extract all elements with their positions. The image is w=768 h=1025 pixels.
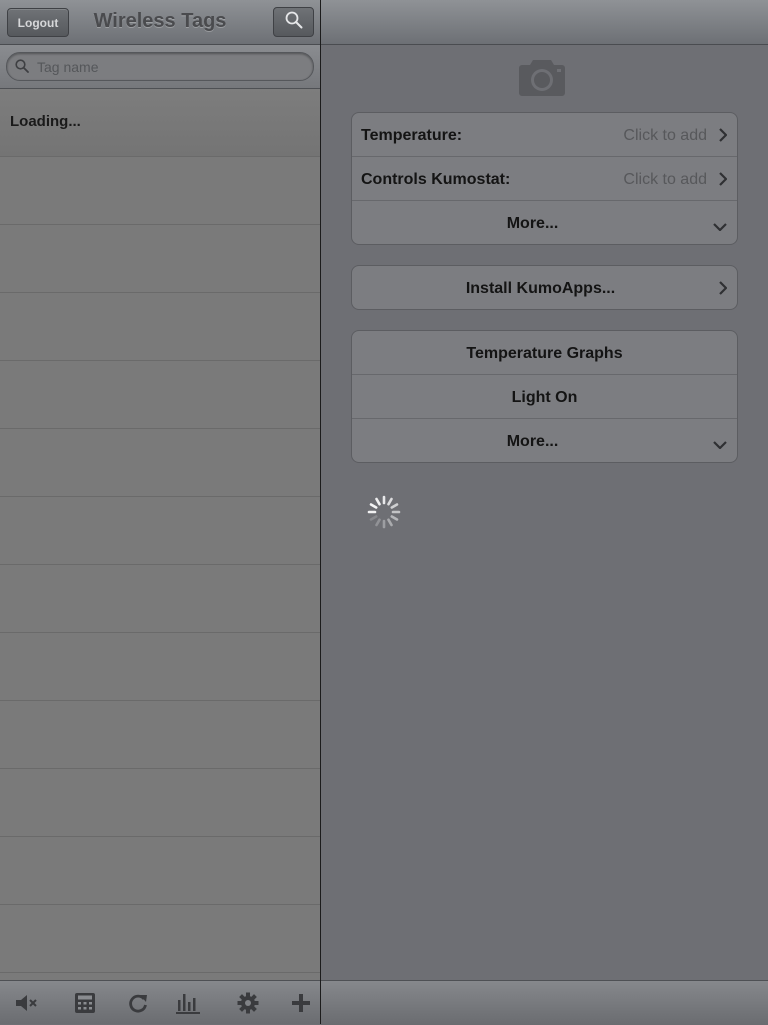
list-item xyxy=(0,429,320,497)
app-title: Wireless Tags xyxy=(93,10,227,32)
list-item xyxy=(0,497,320,565)
more-info-label: More... xyxy=(506,215,559,232)
refresh-icon[interactable] xyxy=(125,991,151,1015)
temperature-cell[interactable]: Temperature: Click to add xyxy=(352,113,737,157)
list-item xyxy=(0,769,320,837)
actions-group: Temperature Graphs Light On More... xyxy=(351,330,738,463)
tag-list-panel: Logout Wireless Tags Loading... xyxy=(0,0,320,1024)
list-item xyxy=(0,837,320,905)
list-item xyxy=(0,225,320,293)
chevron-right-icon xyxy=(718,128,728,147)
tag-detail-panel: Temperature: Click to add Controls Kumos… xyxy=(321,0,768,1025)
calculator-icon[interactable] xyxy=(72,991,98,1015)
tag-info-group: Temperature: Click to add Controls Kumos… xyxy=(351,112,738,245)
chevron-down-icon xyxy=(713,436,727,454)
chevron-right-icon xyxy=(718,281,728,300)
list-item xyxy=(0,361,320,429)
logout-button[interactable]: Logout xyxy=(7,8,69,37)
more-actions-cell[interactable]: More... xyxy=(352,419,737,462)
loading-spinner-icon xyxy=(366,494,402,535)
temperature-graphs-cell[interactable]: Temperature Graphs xyxy=(352,331,737,375)
tag-name-input[interactable] xyxy=(35,56,299,78)
mute-icon[interactable] xyxy=(14,991,40,1015)
search-button[interactable] xyxy=(273,7,314,37)
list-item xyxy=(0,701,320,769)
gear-icon[interactable] xyxy=(235,991,261,1015)
right-navbar xyxy=(321,0,768,45)
more-actions-label: More... xyxy=(506,433,559,450)
loading-label: Loading... xyxy=(10,113,81,130)
light-on-cell[interactable]: Light On xyxy=(352,375,737,419)
search-icon xyxy=(285,11,303,34)
list-item xyxy=(0,565,320,633)
list-item: Loading... xyxy=(0,89,320,157)
more-info-cell[interactable]: More... xyxy=(352,201,737,244)
list-item xyxy=(0,905,320,973)
list-item xyxy=(0,157,320,225)
camera-icon[interactable] xyxy=(519,56,565,101)
kumostat-label: Controls Kumostat: xyxy=(361,171,511,188)
add-icon[interactable] xyxy=(288,991,314,1015)
chevron-down-icon xyxy=(713,218,727,236)
kumostat-value: Click to add xyxy=(623,171,707,188)
temperature-value: Click to add xyxy=(623,127,707,144)
chevron-right-icon xyxy=(718,172,728,191)
temperature-label: Temperature: xyxy=(361,127,463,144)
bar-chart-icon[interactable] xyxy=(175,991,201,1015)
install-kumoapps-cell[interactable]: Install KumoApps... xyxy=(352,266,737,309)
kumostat-cell[interactable]: Controls Kumostat: Click to add xyxy=(352,157,737,201)
temperature-graphs-label: Temperature Graphs xyxy=(466,345,623,362)
tag-list: Loading... xyxy=(0,89,320,973)
install-kumoapps-label: Install KumoApps... xyxy=(465,280,616,297)
list-item xyxy=(0,293,320,361)
list-item xyxy=(0,633,320,701)
tag-search-field[interactable] xyxy=(6,52,314,81)
search-bar xyxy=(0,45,320,89)
bottom-toolbar xyxy=(0,980,320,1024)
install-group: Install KumoApps... xyxy=(351,265,738,310)
left-navbar: Logout Wireless Tags xyxy=(0,0,320,45)
light-on-label: Light On xyxy=(511,389,578,406)
right-toolbar xyxy=(321,980,768,1025)
